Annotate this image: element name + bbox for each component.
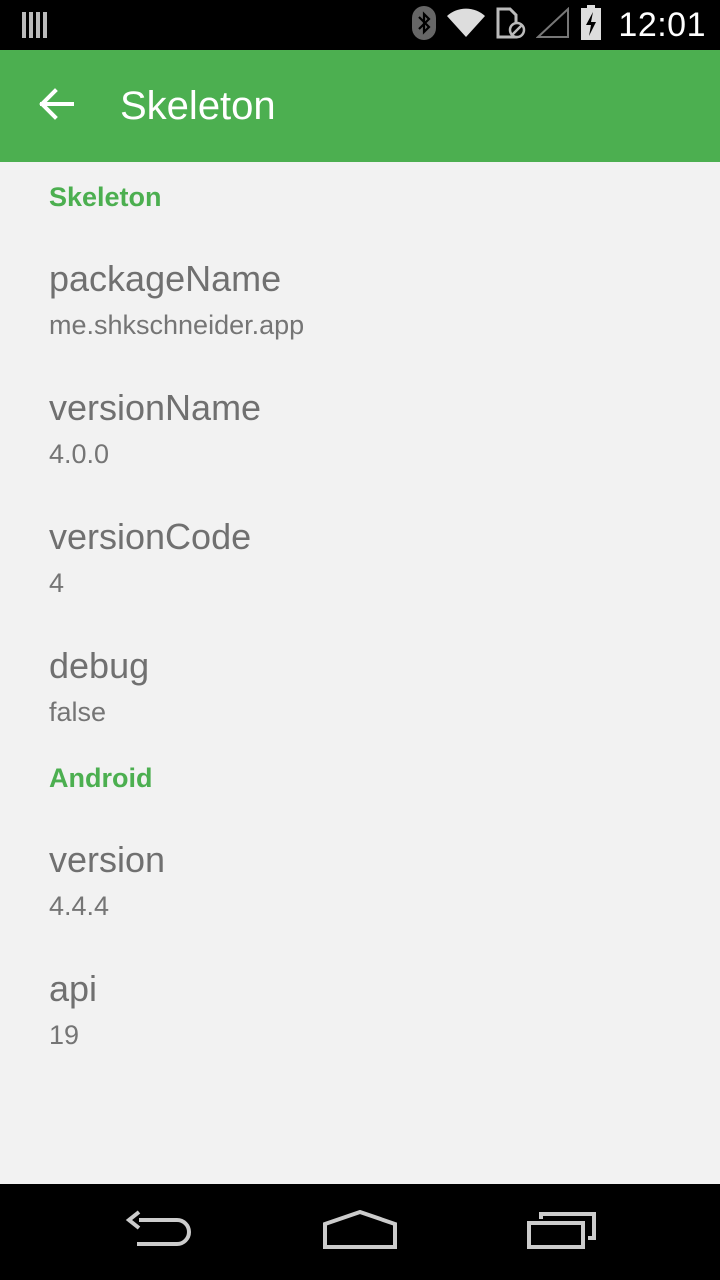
pref-title: packageName [49,258,282,299]
app-toolbar: Skeleton [0,50,720,162]
nav-home-button[interactable] [300,1202,420,1262]
pref-item-versionname[interactable]: versionName 4.0.0 [0,369,720,498]
wifi-icon [446,8,486,43]
cell-signal-icon [535,6,570,44]
nav-recents-button[interactable] [502,1202,622,1262]
pref-summary: 4.0.0 [49,439,110,469]
status-bar: 12:01 [0,0,720,50]
pref-item-api[interactable]: api 19 [0,950,720,1079]
pref-item-debug[interactable]: debug false [0,627,720,756]
pref-title: versionCode [49,516,252,557]
back-icon [125,1209,195,1255]
pref-summary: false [49,697,107,727]
page-title: Skeleton [120,84,276,128]
pref-item-packagename[interactable]: packageName me.shkschneider.app [0,240,720,369]
pref-title: version [49,839,166,880]
nav-back-button[interactable] [100,1202,220,1262]
pref-title: api [49,968,98,1009]
pref-title: debug [49,645,150,686]
arrow-back-icon [38,87,74,125]
bluetooth-icon [412,5,437,45]
back-button[interactable] [26,78,86,134]
pref-title: versionName [49,387,262,428]
section-header-skeleton: Skeleton [49,182,162,212]
battery-charging-icon [580,4,602,46]
section-header-android: Android [49,763,153,793]
sim-card-icon [496,7,526,44]
status-clock: 12:01 [618,5,706,44]
pref-item-versioncode[interactable]: versionCode 4 [0,498,720,627]
notification-icon [22,10,48,45]
pref-summary: 4 [49,568,65,598]
preferences-list: Skeleton packageName me.shkschneider.app… [0,162,720,1184]
pref-summary: me.shkschneider.app [49,310,305,340]
pref-summary: 4.4.4 [49,891,110,921]
home-icon [322,1209,398,1255]
recents-icon [526,1210,598,1255]
pref-summary: 19 [49,1020,80,1050]
pref-item-version[interactable]: version 4.4.4 [0,821,720,950]
navigation-bar [0,1184,720,1280]
